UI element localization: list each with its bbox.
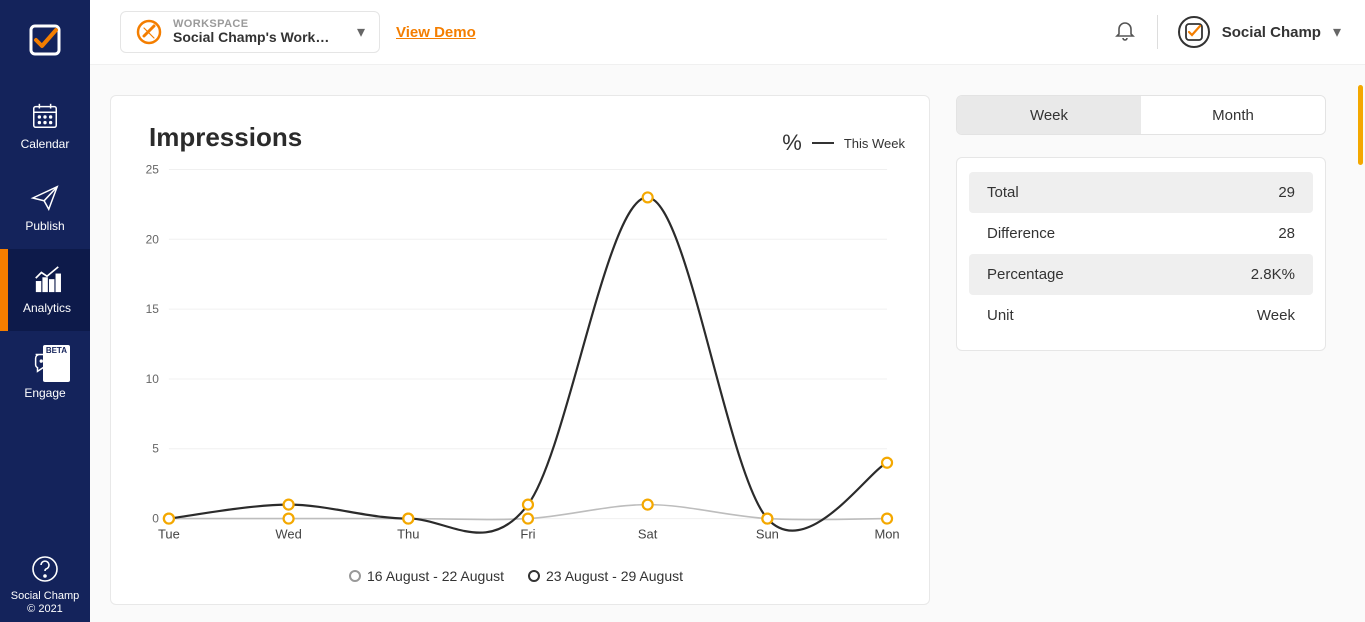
legend-marker-curr-icon: [528, 570, 540, 582]
sidebar-item-analytics[interactable]: Analytics: [0, 249, 90, 331]
scroll-indicator[interactable]: [1358, 85, 1363, 165]
chart-bottom-legend: 16 August - 22 August 23 August - 29 Aug…: [127, 568, 905, 584]
stat-value: 2.8K%: [1251, 266, 1295, 283]
legend-marker-prev-icon: [349, 570, 361, 582]
svg-text:10: 10: [146, 372, 160, 386]
avatar: [1178, 16, 1210, 48]
segment-week[interactable]: Week: [957, 96, 1141, 134]
stat-label: Difference: [987, 225, 1055, 242]
time-range-segmented: Week Month: [956, 95, 1326, 135]
footer-copyright: © 2021: [11, 603, 79, 616]
content-area: Impressions % This Week 0 5 10 15 20 25 Tue Wed…: [90, 65, 1365, 622]
calendar-icon: [28, 101, 62, 131]
main: WORKSPACE Social Champ's Worksp… ▾ View …: [90, 0, 1365, 622]
legend-curr-range[interactable]: 23 August - 29 August: [528, 568, 683, 584]
svg-text:Mon: Mon: [874, 527, 899, 542]
percent-symbol: %: [782, 130, 802, 156]
sidebar-item-label: Engage: [24, 386, 65, 400]
user-name: Social Champ: [1222, 24, 1321, 41]
sidebar-item-label: Publish: [25, 219, 64, 233]
svg-text:0: 0: [152, 512, 159, 526]
svg-text:Wed: Wed: [275, 527, 301, 542]
svg-text:Sat: Sat: [638, 527, 658, 542]
segment-month[interactable]: Month: [1141, 96, 1325, 134]
analytics-icon: [30, 265, 64, 295]
svg-text:Sun: Sun: [756, 527, 779, 542]
legend-prev-range[interactable]: 16 August - 22 August: [349, 568, 504, 584]
brand-logo: [0, 12, 90, 67]
check-logo-icon: [1185, 23, 1203, 41]
stat-value: Week: [1257, 307, 1295, 324]
sidebar-item-engage[interactable]: BETA Engage: [0, 331, 90, 416]
stat-value: 29: [1278, 184, 1295, 201]
stat-label: Unit: [987, 307, 1014, 324]
user-menu[interactable]: Social Champ ▾: [1178, 16, 1341, 48]
chevron-down-icon: ▾: [357, 22, 365, 42]
workspace-icon: [135, 18, 163, 46]
checkbox-arrow-logo-icon: [26, 21, 64, 59]
stat-value: 28: [1278, 225, 1295, 242]
sidebar-item-label: Analytics: [23, 301, 71, 315]
sidebar: Calendar Publish Analytics: [0, 0, 90, 622]
help-icon[interactable]: [30, 554, 60, 584]
workspace-name: Social Champ's Worksp…: [173, 30, 333, 45]
stat-row: Unit Week: [969, 295, 1313, 336]
divider: [1157, 15, 1158, 49]
svg-text:25: 25: [146, 162, 160, 176]
chart-title: Impressions: [149, 122, 302, 153]
svg-text:5: 5: [152, 442, 159, 456]
legend-prev-label: 16 August - 22 August: [367, 568, 504, 584]
sidebar-item-label: Calendar: [21, 137, 70, 151]
workspace-label: WORKSPACE: [173, 18, 333, 30]
svg-text:Tue: Tue: [158, 527, 180, 542]
chevron-down-icon: ▾: [1333, 22, 1341, 42]
legend-top-label: This Week: [844, 136, 905, 151]
sidebar-item-calendar[interactable]: Calendar: [0, 85, 90, 167]
bell-icon: [1113, 18, 1137, 42]
impressions-chart-card: Impressions % This Week 0 5 10 15 20 25 Tue Wed…: [110, 95, 930, 605]
stat-row: Difference 28: [969, 213, 1313, 254]
beta-badge: BETA: [43, 345, 70, 382]
notifications-button[interactable]: [1113, 18, 1137, 47]
stat-row: Total 29: [969, 172, 1313, 213]
svg-text:Thu: Thu: [397, 527, 419, 542]
view-demo-link[interactable]: View Demo: [396, 24, 476, 41]
stat-label: Total: [987, 184, 1019, 201]
stat-label: Percentage: [987, 266, 1064, 283]
stats-card: Total 29 Difference 28 Percentage 2.8K% Unit We…: [956, 157, 1326, 351]
sidebar-item-publish[interactable]: Publish: [0, 167, 90, 249]
legend-curr-label: 23 August - 29 August: [546, 568, 683, 584]
workspace-selector[interactable]: WORKSPACE Social Champ's Worksp… ▾: [120, 11, 380, 53]
svg-text:15: 15: [146, 302, 160, 316]
stat-row: Percentage 2.8K%: [969, 254, 1313, 295]
paper-plane-icon: [28, 183, 62, 213]
chart-top-legend: % This Week: [782, 130, 905, 156]
top-bar: WORKSPACE Social Champ's Worksp… ▾ View …: [90, 0, 1365, 65]
sidebar-footer: Social Champ © 2021: [11, 554, 79, 622]
legend-line-swatch: [812, 142, 834, 144]
footer-brand: Social Champ: [11, 590, 79, 603]
svg-text:Fri: Fri: [520, 527, 535, 542]
svg-text:20: 20: [146, 232, 160, 246]
impressions-line-chart: 0 5 10 15 20 25 Tue Wed Thu Fri Sat Sun Mon: [127, 159, 905, 559]
